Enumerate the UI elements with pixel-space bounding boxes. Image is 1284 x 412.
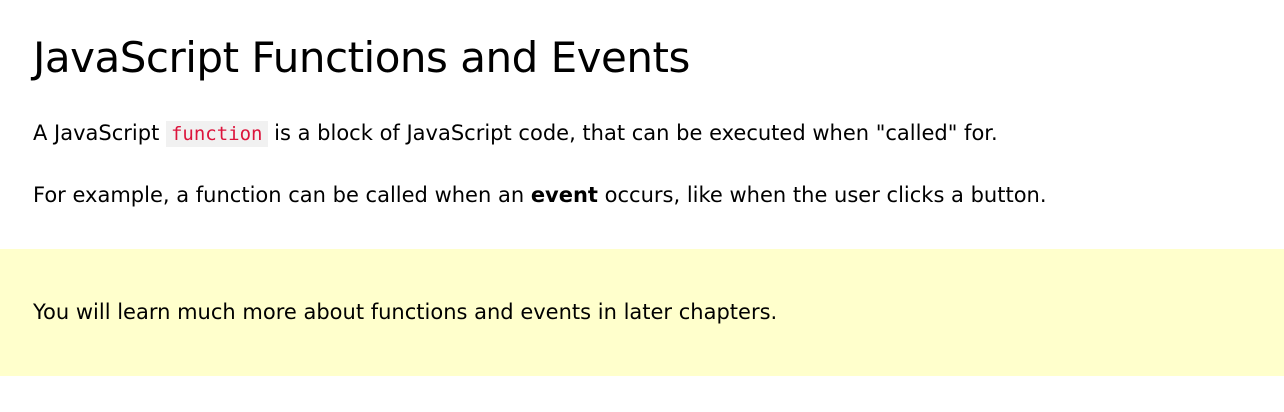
example-text-before: For example, a function can be called wh… [33, 183, 531, 207]
inline-code-function: function [165, 121, 268, 147]
example-text-after: occurs, like when the user clicks a butt… [597, 183, 1047, 207]
example-paragraph: For example, a function can be called wh… [33, 180, 1047, 210]
intro-paragraph: A JavaScript function is a block of Java… [33, 118, 998, 149]
intro-text-before: A JavaScript [33, 121, 166, 145]
note-text: You will learn much more about functions… [33, 300, 778, 324]
intro-text-after: is a block of JavaScript code, that can … [267, 121, 998, 145]
note-panel: You will learn much more about functions… [0, 249, 1284, 376]
main-content: JavaScript Functions and Events A JavaSc… [0, 0, 1284, 412]
bold-event: event [530, 183, 598, 207]
page-title: JavaScript Functions and Events [33, 33, 690, 82]
